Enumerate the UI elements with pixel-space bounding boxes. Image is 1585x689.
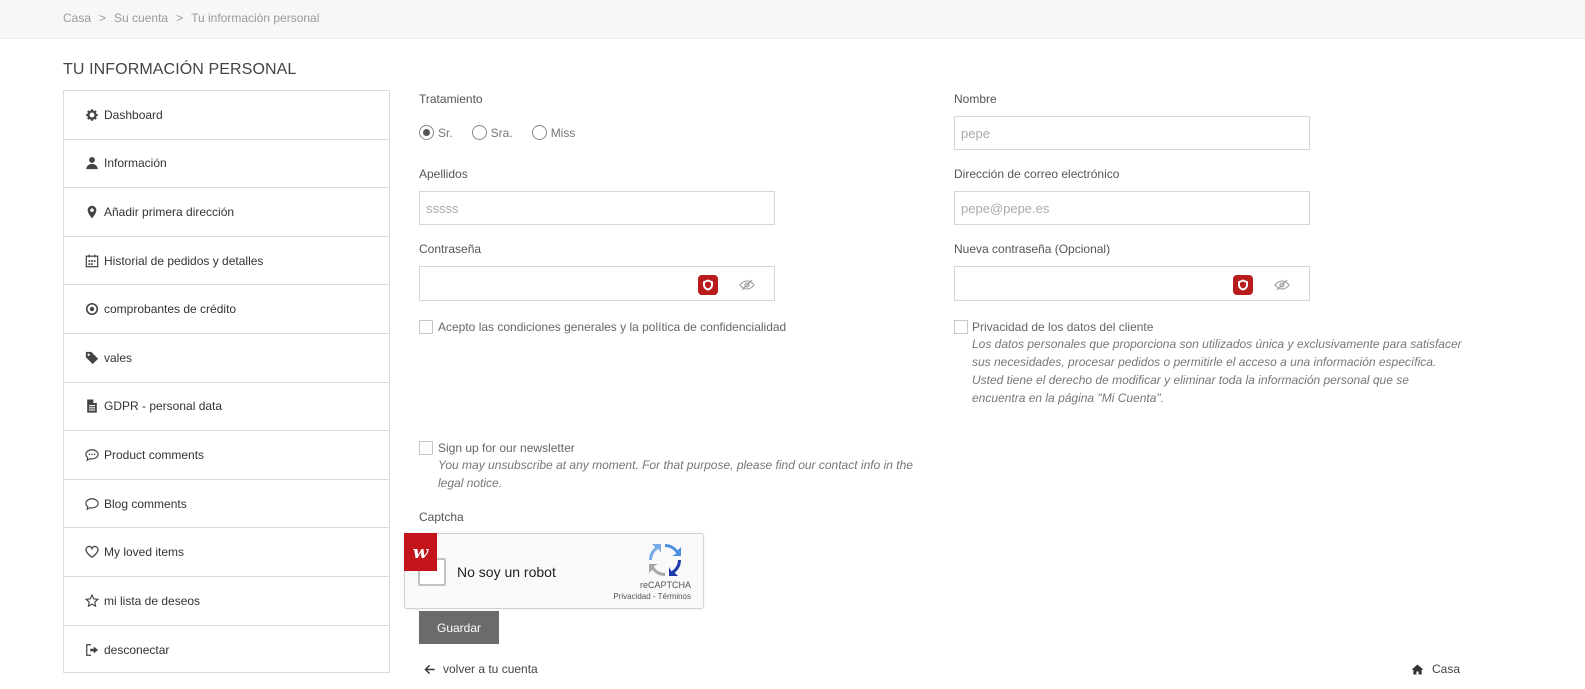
- tratamiento-radio-group: Sr. Sra. Miss: [419, 125, 594, 140]
- radio-circle[interactable]: [471, 125, 487, 140]
- sidebar-item-gdpr[interactable]: GDPR - personal data: [64, 383, 389, 432]
- back-to-account-label: volver a tu cuenta: [443, 662, 538, 676]
- eye-slash-icon[interactable]: [739, 277, 755, 293]
- sidebar-item-order-history[interactable]: Historial de pedidos y detalles: [64, 237, 389, 286]
- breadcrumb-current: Tu información personal: [191, 11, 320, 25]
- sidebar-item-vouchers[interactable]: vales: [64, 334, 389, 383]
- radio-sra[interactable]: Sra.: [471, 125, 513, 140]
- sidebar-item-label: Añadir primera dirección: [104, 204, 235, 219]
- breadcrumb: Casa > Su cuenta > Tu información personal: [63, 11, 319, 25]
- nombre-input[interactable]: [954, 116, 1310, 150]
- document-icon: [85, 399, 99, 413]
- sidebar-item-label: GDPR - personal data: [104, 399, 223, 414]
- sidebar-item-add-address[interactable]: Añadir primera dirección: [64, 188, 389, 237]
- radio-label: Sr.: [438, 125, 453, 140]
- sidebar-item-dashboard[interactable]: Dashboard: [64, 91, 389, 140]
- sidebar-item-wishlist[interactable]: mi lista de deseos: [64, 577, 389, 626]
- radio-circle[interactable]: [419, 125, 434, 140]
- apellidos-input[interactable]: [419, 191, 775, 225]
- sidebar-item-label: desconectar: [104, 642, 170, 657]
- sidebar-item-label: Información: [104, 156, 167, 171]
- sidebar-item-product-comments[interactable]: Product comments: [64, 431, 389, 480]
- new-password-input[interactable]: [954, 266, 1310, 301]
- sidebar-item-blog-comments[interactable]: Blog comments: [64, 480, 389, 529]
- nombre-label: Nombre: [954, 92, 997, 106]
- account-sidebar: Dashboard Información Añadir primera dir…: [63, 90, 390, 673]
- save-button[interactable]: Guardar: [419, 611, 499, 644]
- password-manager-icon[interactable]: [698, 275, 718, 295]
- new-password-label: Nueva contraseña (Opcional): [954, 242, 1111, 256]
- sidebar-item-label: mi lista de deseos: [104, 593, 201, 608]
- captcha-label: Captcha: [419, 510, 464, 524]
- apellidos-label: Apellidos: [419, 167, 468, 181]
- terms-checkbox[interactable]: [419, 320, 433, 334]
- sidebar-item-label: Blog comments: [104, 496, 187, 511]
- map-pin-icon: [85, 205, 99, 219]
- page-title: TU INFORMACIÓN PERSONAL: [63, 61, 297, 78]
- home-label: Casa: [1432, 662, 1461, 676]
- recaptcha-brand: reCAPTCHA: [639, 580, 691, 590]
- email-input[interactable]: [954, 191, 1310, 225]
- tag-icon: [85, 351, 99, 365]
- calendar-icon: [85, 254, 99, 268]
- breadcrumb-separator: >: [176, 11, 184, 25]
- recaptcha-text: No soy un robot: [457, 564, 556, 580]
- radio-circle[interactable]: [531, 125, 547, 140]
- newsletter-checkbox[interactable]: [419, 441, 433, 455]
- w-badge-icon[interactable]: w: [404, 533, 437, 571]
- breadcrumb-home[interactable]: Casa: [63, 11, 91, 25]
- comment-icon: [85, 497, 99, 511]
- recaptcha-widget: No soy un robot reCAPTCHA Privacidad - T…: [404, 533, 704, 609]
- comments-icon: [85, 448, 99, 462]
- sign-out-icon: [85, 643, 99, 657]
- home-icon: [1411, 663, 1424, 675]
- recaptcha-links[interactable]: Privacidad - Términos: [613, 592, 691, 601]
- breadcrumb-account[interactable]: Su cuenta: [114, 11, 168, 25]
- radio-label: Sra.: [490, 125, 513, 140]
- privacy-note: Los datos personales que proporciona son…: [972, 337, 1462, 405]
- recaptcha-logo-icon: [649, 544, 681, 576]
- radio-sr[interactable]: Sr.: [419, 125, 453, 140]
- star-icon: [85, 593, 99, 608]
- privacy-label: Privacidad de los datos del cliente: [972, 320, 1154, 334]
- email-label: Dirección de correo electrónico: [954, 167, 1120, 181]
- terms-label: Acepto las condiciones generales y la po…: [438, 320, 787, 334]
- home-link[interactable]: Casa: [1411, 662, 1460, 676]
- sidebar-item-label: Dashboard: [104, 107, 163, 122]
- gear-icon: [85, 108, 99, 122]
- newsletter-label: Sign up for our newsletter: [438, 441, 575, 455]
- radio-miss[interactable]: Miss: [531, 125, 576, 140]
- sidebar-item-informacion[interactable]: Información: [64, 140, 389, 189]
- sidebar-item-label: Product comments: [104, 447, 205, 462]
- eye-slash-icon[interactable]: [1274, 277, 1290, 293]
- sidebar-item-label: My loved items: [104, 545, 185, 560]
- sidebar-item-credit-slips[interactable]: comprobantes de crédito: [64, 285, 389, 334]
- sidebar-item-label: vales: [104, 350, 133, 365]
- sidebar-item-logout[interactable]: desconectar: [64, 626, 389, 675]
- breadcrumb-bar: Casa > Su cuenta > Tu información personal: [0, 0, 1585, 39]
- password-label: Contraseña: [419, 242, 482, 256]
- radio-selected-dot: [423, 129, 430, 136]
- heart-icon: [85, 545, 99, 559]
- dot-circle-icon: [85, 302, 99, 316]
- password-manager-icon[interactable]: [1233, 275, 1253, 295]
- sidebar-item-label: comprobantes de crédito: [104, 302, 237, 317]
- user-icon: [85, 156, 99, 170]
- arrow-left-icon: [424, 664, 435, 674]
- newsletter-note: You may unsubscribe at any moment. For t…: [438, 458, 913, 490]
- privacy-checkbox[interactable]: [954, 320, 968, 334]
- tratamiento-label: Tratamiento: [419, 92, 483, 106]
- sidebar-item-label: Historial de pedidos y detalles: [104, 253, 264, 268]
- password-input[interactable]: [419, 266, 775, 301]
- breadcrumb-separator: >: [99, 11, 107, 25]
- sidebar-item-loved-items[interactable]: My loved items: [64, 528, 389, 577]
- radio-label: Miss: [550, 125, 576, 140]
- back-to-account-link[interactable]: volver a tu cuenta: [424, 662, 538, 676]
